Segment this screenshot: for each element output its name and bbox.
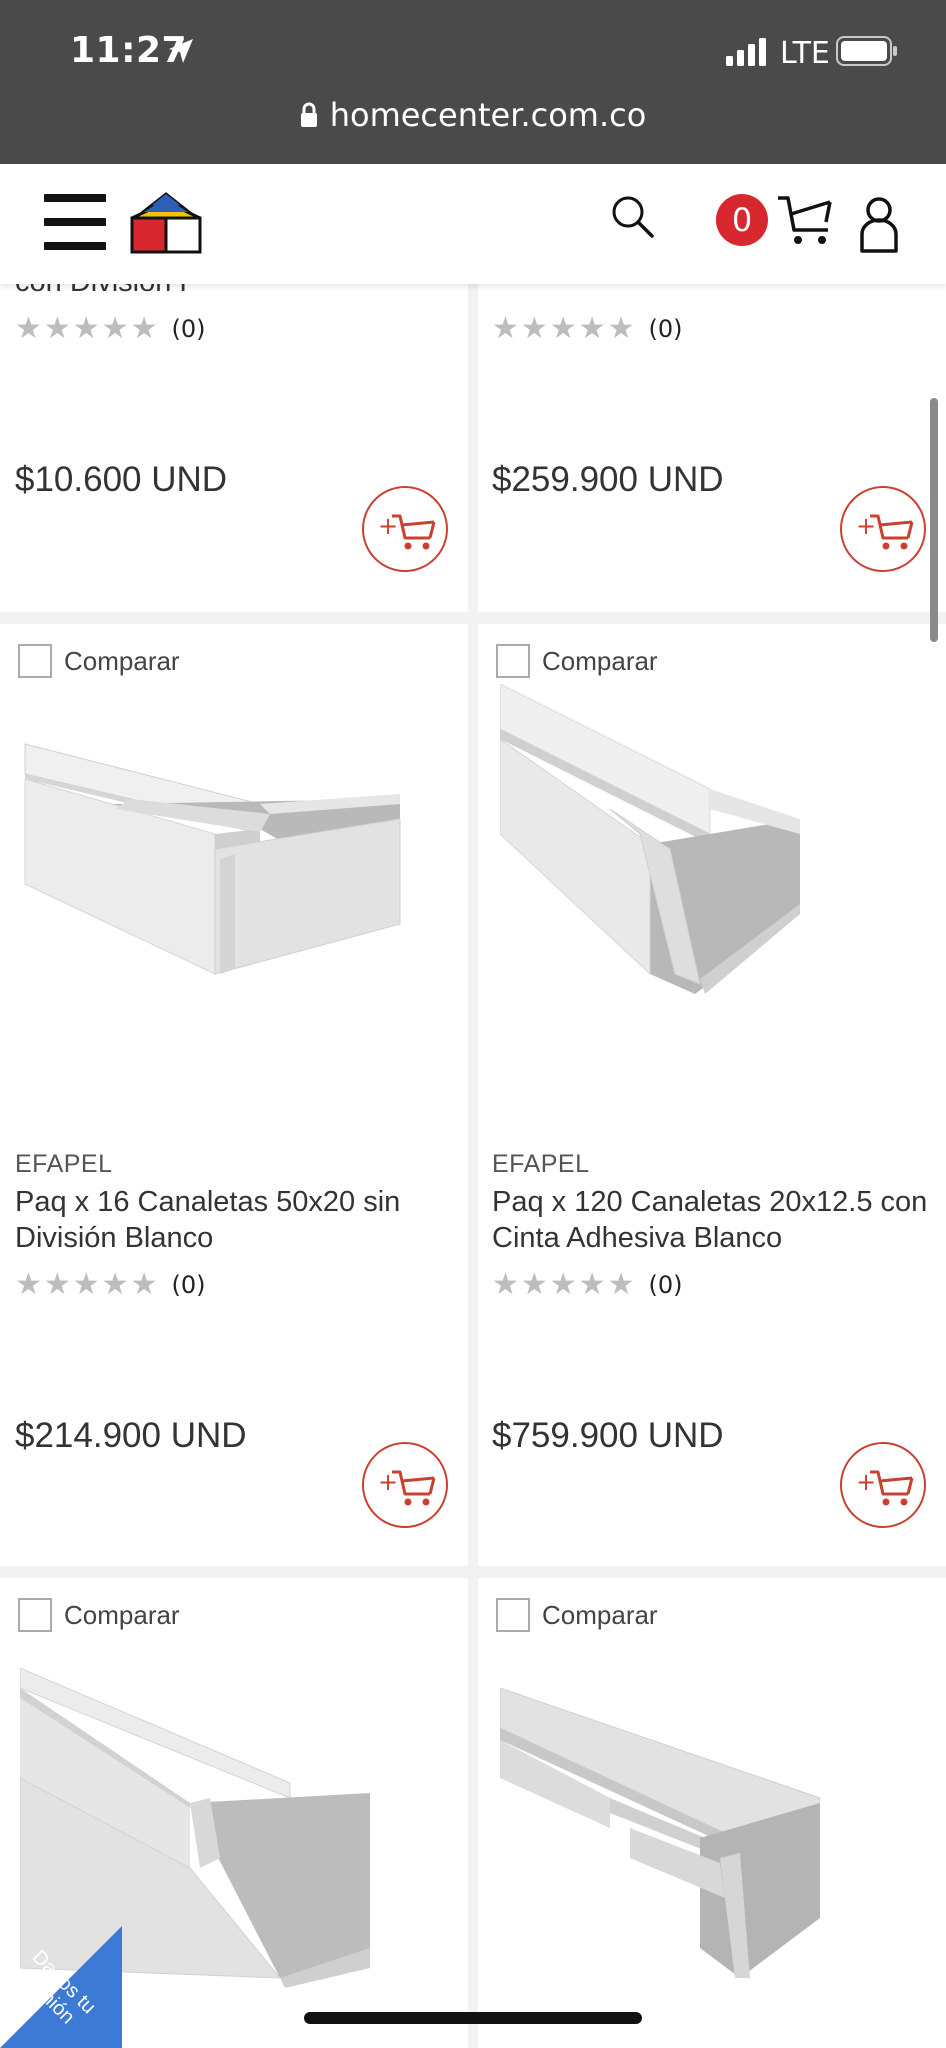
- product-brand: EFAPEL: [15, 1150, 113, 1178]
- product-price: $214.900 UND: [15, 1416, 247, 1455]
- star-rating-icon: ★★★★★: [492, 311, 637, 346]
- feedback-tab[interactable]: Danos tu opinión: [0, 1926, 122, 2048]
- add-to-cart-button[interactable]: +: [362, 1442, 448, 1528]
- rating-count: (0): [648, 1270, 683, 1299]
- menu-icon[interactable]: [44, 194, 106, 250]
- add-to-cart-icon: +: [856, 512, 914, 550]
- compare-checkbox[interactable]: Comparar: [496, 1598, 658, 1632]
- product-name[interactable]: Paq x 16 Canaletas 50x20 sin División Bl…: [15, 1184, 455, 1256]
- rating: ★★★★★ (0): [492, 311, 682, 346]
- star-rating-icon: ★★★★★: [15, 1267, 160, 1302]
- home-indicator[interactable]: [304, 2012, 642, 2024]
- product-card[interactable]: Comparar EFAPEL Paq x 120 Canaletas 20x1…: [478, 624, 946, 1566]
- product-card[interactable]: ★★★★★ (0) $259.900 UND +: [478, 284, 946, 612]
- compare-checkbox[interactable]: Comparar: [18, 644, 180, 678]
- compare-label: Comparar: [542, 1599, 658, 1630]
- rating-count: (0): [171, 1270, 206, 1299]
- add-to-cart-icon: +: [378, 1468, 436, 1506]
- status-bar: 11:27 LTE homecenter.com.co: [0, 0, 946, 164]
- battery-icon: [836, 36, 897, 66]
- product-price: $259.900 UND: [492, 460, 724, 499]
- signal-icon: [726, 38, 766, 66]
- add-to-cart-icon: +: [378, 512, 436, 550]
- compare-label: Comparar: [64, 1599, 180, 1630]
- url-bar[interactable]: homecenter.com.co: [0, 96, 946, 134]
- location-arrow-icon: [169, 39, 193, 63]
- checkbox[interactable]: [18, 644, 52, 678]
- rating: ★★★★★ (0): [492, 1267, 682, 1302]
- product-name[interactable]: con División P: [15, 284, 455, 300]
- product-price: $759.900 UND: [492, 1416, 724, 1455]
- product-name[interactable]: Paq x 120 Canaletas 20x12.5 con Cinta Ad…: [492, 1184, 932, 1256]
- rating: ★★★★★ (0): [15, 311, 205, 346]
- product-card[interactable]: Comparar: [478, 1578, 946, 2048]
- product-image[interactable]: [500, 1688, 930, 2048]
- compare-checkbox[interactable]: Comparar: [496, 644, 658, 678]
- checkbox[interactable]: [18, 1598, 52, 1632]
- add-to-cart-icon: +: [856, 1468, 914, 1506]
- cart-icon[interactable]: [776, 192, 834, 248]
- compare-checkbox[interactable]: Comparar: [18, 1598, 180, 1632]
- checkbox[interactable]: [496, 644, 530, 678]
- add-to-cart-button[interactable]: +: [362, 486, 448, 572]
- lock-icon: [300, 102, 317, 127]
- checkbox[interactable]: [496, 1598, 530, 1632]
- product-card[interactable]: con División P ★★★★★ (0) $10.600 UND +: [0, 284, 468, 612]
- rating-count: (0): [648, 314, 683, 343]
- homecenter-logo[interactable]: [128, 192, 204, 256]
- compare-label: Comparar: [64, 645, 180, 676]
- add-to-cart-button[interactable]: +: [840, 486, 926, 572]
- star-rating-icon: ★★★★★: [15, 311, 160, 346]
- rating-count: (0): [171, 314, 206, 343]
- rating: ★★★★★ (0): [15, 1267, 205, 1302]
- compare-label: Comparar: [542, 645, 658, 676]
- network-type: LTE: [780, 36, 830, 71]
- scrollbar[interactable]: [930, 398, 938, 642]
- cart-count-badge[interactable]: 0: [716, 194, 768, 246]
- url-text: homecenter.com.co: [329, 96, 647, 134]
- user-account-icon[interactable]: [856, 196, 902, 254]
- product-brand: EFAPEL: [492, 1150, 590, 1178]
- product-price: $10.600 UND: [15, 460, 228, 499]
- product-image[interactable]: [20, 684, 450, 1044]
- product-card[interactable]: Comparar EFAPEL Paq x 16 Canaletas 50x20…: [0, 624, 468, 1566]
- star-rating-icon: ★★★★★: [492, 1267, 637, 1302]
- product-image[interactable]: [500, 684, 930, 1044]
- search-icon[interactable]: [610, 194, 656, 240]
- site-header: 0: [0, 164, 946, 284]
- add-to-cart-button[interactable]: +: [840, 1442, 926, 1528]
